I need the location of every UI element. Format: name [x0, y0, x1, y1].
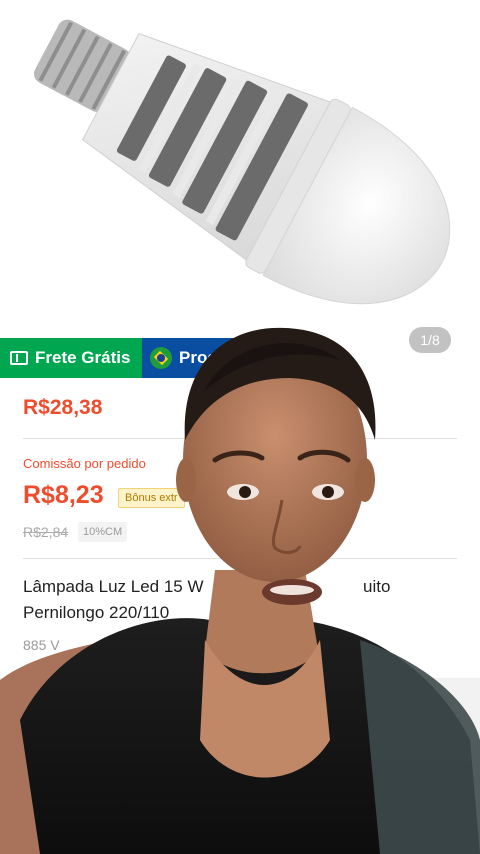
screen: 1/8 Frete Grátis Prod R$28,38 Comissão p… [0, 0, 480, 854]
presenter-figure [0, 327, 480, 854]
presenter-video-overlay [0, 320, 480, 854]
